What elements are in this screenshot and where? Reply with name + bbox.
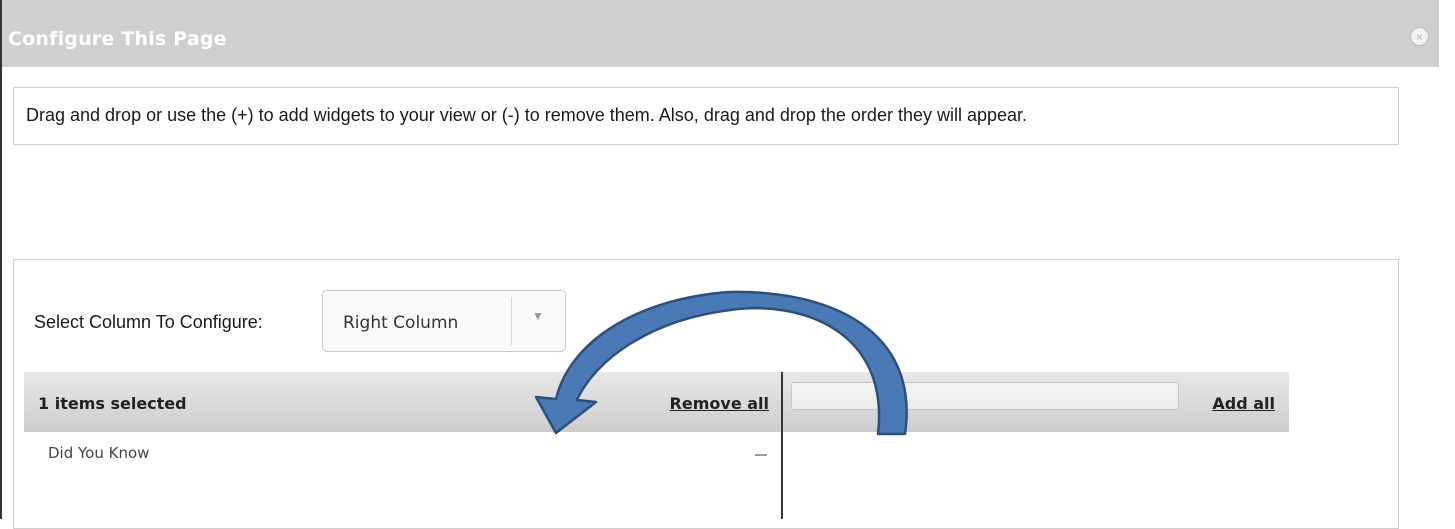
available-list <box>783 432 1289 519</box>
available-list-header: Add all <box>783 372 1289 432</box>
items-selected-count: 1 items selected <box>38 394 187 413</box>
add-all-link[interactable]: Add all <box>1212 394 1275 413</box>
column-select-value: Right Column <box>343 313 459 333</box>
instructions-text: Drag and drop or use the (+) to add widg… <box>26 105 1028 125</box>
close-icon[interactable]: × <box>1410 27 1429 46</box>
select-divider <box>511 297 512 345</box>
remove-all-link[interactable]: Remove all <box>670 394 769 413</box>
selected-list: Did You Know <box>24 432 781 519</box>
instructions-box: Drag and drop or use the (+) to add widg… <box>13 87 1399 145</box>
list-item-label: Did You Know <box>48 444 150 462</box>
dialog-titlebar: Configure This Page <box>2 0 1439 67</box>
selected-list-header: 1 items selected Remove all <box>24 372 781 432</box>
dialog-title: Configure This Page <box>8 28 227 50</box>
minus-icon[interactable] <box>755 454 767 456</box>
column-select-dropdown[interactable]: Right Column ▼ <box>322 290 566 352</box>
list-item[interactable]: Did You Know <box>24 432 781 466</box>
available-search-input[interactable] <box>791 382 1179 410</box>
chevron-down-icon[interactable]: ▼ <box>523 309 553 323</box>
close-glyph: × <box>1415 29 1423 44</box>
column-select-label: Select Column To Configure: <box>34 312 263 332</box>
